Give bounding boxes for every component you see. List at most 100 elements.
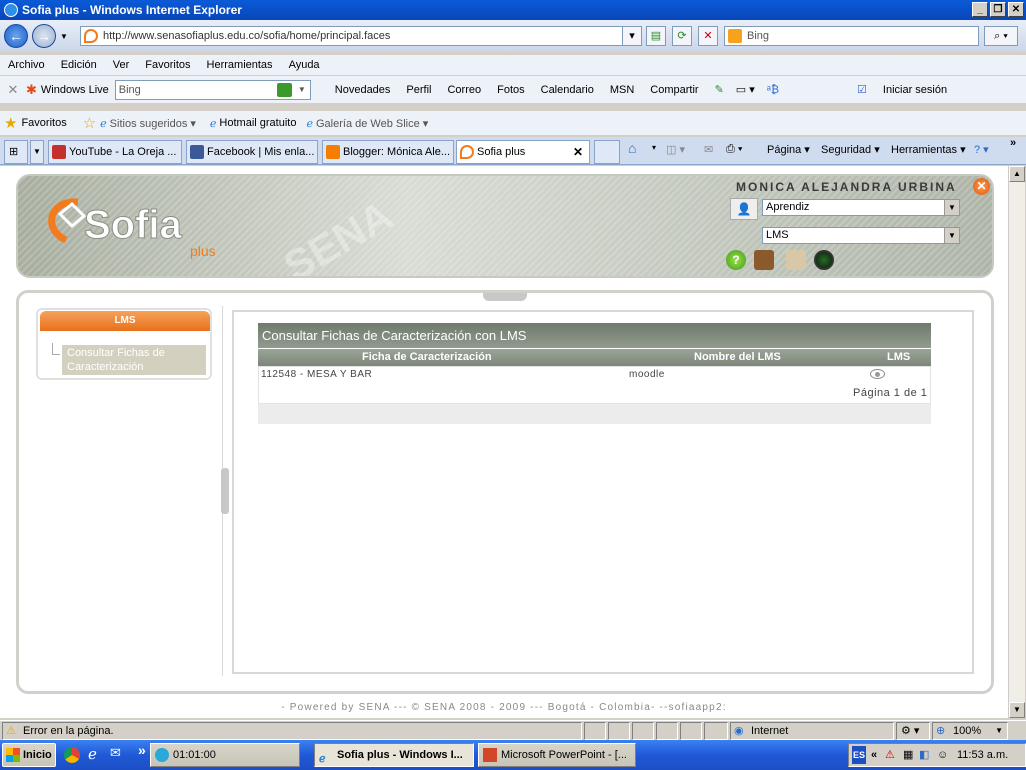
quicklaunch-more-icon[interactable]: »: [138, 742, 146, 758]
blog-icon[interactable]: ✎: [715, 83, 724, 96]
taskbar: Inicio ℯ ✉ » 01:01:00 ℯ Sofia plus - Wind…: [0, 740, 1026, 770]
tool-pagina[interactable]: Página ▾: [767, 143, 810, 156]
language-indicator[interactable]: ES: [852, 746, 866, 764]
books-icon[interactable]: [754, 250, 774, 270]
close-window-button[interactable]: ✕: [1008, 2, 1024, 17]
ie-favicon-icon: ℯ: [209, 117, 217, 130]
live-link-calendario[interactable]: Calendario: [541, 84, 594, 96]
start-button[interactable]: Inicio: [2, 743, 56, 767]
close-tab-icon[interactable]: ✕: [573, 141, 583, 163]
menu-archivo[interactable]: Archivo: [8, 59, 45, 71]
print-icon[interactable]: ⎙ ▾: [726, 143, 742, 156]
power-icon[interactable]: [814, 250, 834, 270]
history-dropdown-icon[interactable]: ▼: [60, 32, 68, 41]
live-link-compartir[interactable]: Compartir: [650, 84, 698, 96]
view-eye-icon[interactable]: [870, 369, 885, 379]
tab-list-button[interactable]: ▼: [30, 140, 44, 164]
network-icon[interactable]: ⚠: [885, 744, 895, 766]
refresh-icon[interactable]: ⟳: [672, 26, 692, 46]
tool-herramientas[interactable]: Herramientas ▾: [891, 143, 966, 156]
windows-live-label[interactable]: Windows Live: [41, 84, 109, 96]
tab-blogger[interactable]: Blogger: Mónica Ale...: [322, 140, 454, 164]
tray-expand-icon[interactable]: «: [871, 744, 877, 766]
forward-button[interactable]: →: [32, 24, 56, 48]
feeds-icon[interactable]: ◫ ▾: [666, 143, 685, 156]
menu-ver[interactable]: Ver: [113, 59, 130, 71]
security-zone[interactable]: ◉ Internet: [730, 722, 894, 740]
fav-web-slice[interactable]: Galería de Web Slice ▾: [316, 117, 428, 130]
live-link-msn[interactable]: MSN: [610, 84, 634, 96]
chrome-icon[interactable]: [64, 747, 80, 763]
globe-icon: ◉: [734, 725, 744, 737]
read-mail-icon[interactable]: ✉: [704, 143, 713, 156]
vertical-scrollbar[interactable]: ▲ ▼: [1008, 166, 1025, 718]
outlook-icon[interactable]: ✉: [110, 745, 121, 761]
translate-icon[interactable]: ᵃ₿: [767, 84, 779, 96]
search-input[interactable]: Bing: [724, 26, 979, 46]
live-link-fotos[interactable]: Fotos: [497, 84, 525, 96]
menu-favoritos[interactable]: Favoritos: [145, 59, 190, 71]
live-search-dropdown-icon[interactable]: ▼: [298, 81, 306, 99]
tab-facebook[interactable]: Facebook | Mis enla...: [186, 140, 318, 164]
tab-sofia-plus[interactable]: Sofia plus ✕: [456, 140, 590, 164]
home-icon[interactable]: ⌂: [628, 140, 636, 156]
menu-ayuda[interactable]: Ayuda: [289, 59, 320, 71]
logout-close-icon[interactable]: ✕: [973, 178, 990, 195]
help-icon[interactable]: ? ▾: [974, 143, 989, 156]
fav-hotmail[interactable]: Hotmail gratuito: [219, 117, 296, 129]
maximize-button[interactable]: ❐: [990, 2, 1006, 17]
menu-item-consultar-fichas[interactable]: Consultar Fichas de Caracterización: [62, 345, 206, 375]
url-dropdown-button[interactable]: ▾: [622, 26, 642, 46]
toolbar-options-icon[interactable]: ▭ ▾: [736, 83, 755, 96]
protected-mode-icon[interactable]: ⚙ ▾: [896, 722, 930, 740]
tray-icon[interactable]: ☺: [937, 744, 948, 766]
live-link-novedades[interactable]: Novedades: [335, 84, 391, 96]
collapse-left-handle[interactable]: [221, 468, 229, 514]
task-sofia-plus[interactable]: ℯ Sofia plus - Windows I...: [314, 743, 474, 767]
menu-herramientas[interactable]: Herramientas: [207, 59, 273, 71]
new-tab-button[interactable]: [594, 140, 620, 164]
signin-link[interactable]: Iniciar sesión: [883, 84, 947, 96]
close-toolbar-icon[interactable]: ✕: [0, 82, 26, 98]
add-favorite-icon[interactable]: ☆: [83, 114, 96, 132]
task-timer[interactable]: 01:01:00: [150, 743, 300, 767]
live-search-go-icon[interactable]: [276, 82, 292, 97]
task-powerpoint[interactable]: Microsoft PowerPoint - [...: [478, 743, 636, 767]
youtube-icon: [52, 145, 66, 159]
search-button[interactable]: ⌕ ▾: [984, 26, 1018, 46]
status-text-panel[interactable]: ⚠ Error en la página.: [2, 722, 582, 740]
stop-icon[interactable]: ✕: [698, 26, 718, 46]
scroll-up-icon[interactable]: ▲: [1009, 166, 1025, 182]
tab-youtube[interactable]: YouTube - La Oreja ...: [48, 140, 182, 164]
more-tools-icon[interactable]: »: [1010, 137, 1016, 149]
ie-logo-icon: [4, 3, 18, 17]
live-link-perfil[interactable]: Perfil: [406, 84, 431, 96]
live-link-correo[interactable]: Correo: [447, 84, 481, 96]
collapse-header-handle[interactable]: [483, 293, 527, 301]
svg-text:Sofia: Sofia: [84, 203, 183, 247]
tab-label: Sofia plus: [477, 146, 526, 158]
help-circle-icon[interactable]: ?: [726, 250, 746, 270]
url-field[interactable]: http://www.senasofiaplus.edu.co/sofia/ho…: [80, 26, 640, 46]
clock[interactable]: 11:53 a.m.: [957, 744, 1008, 766]
tool-seguridad[interactable]: Seguridad ▾: [821, 143, 880, 156]
scroll-down-icon[interactable]: ▼: [1009, 702, 1025, 718]
tray-icon[interactable]: ▦: [903, 744, 913, 766]
zoom-control[interactable]: ⊕ 100% ▼: [932, 722, 1008, 740]
role-select[interactable]: Aprendiz ▼: [762, 199, 960, 216]
col-lms: LMS: [887, 351, 911, 363]
tray-icon[interactable]: ◧: [919, 744, 929, 766]
favorites-button[interactable]: Favoritos: [21, 117, 66, 129]
home-dropdown-icon[interactable]: ▾: [652, 143, 656, 152]
back-button[interactable]: ←: [4, 24, 28, 48]
minimize-button[interactable]: _: [972, 2, 988, 17]
status-slot: [656, 722, 678, 740]
quick-tabs-button[interactable]: ⊞: [4, 140, 28, 164]
fav-sitios-sugeridos[interactable]: Sitios sugeridos ▾: [110, 117, 196, 130]
menu-edicion[interactable]: Edición: [61, 59, 97, 71]
module-select[interactable]: LMS ▼: [762, 227, 960, 244]
lock-icon[interactable]: [786, 250, 806, 270]
ie-icon[interactable]: ℯ: [88, 745, 97, 763]
live-search-input[interactable]: Bing ▼: [114, 79, 311, 100]
compatibility-icon[interactable]: ▤: [646, 26, 666, 46]
